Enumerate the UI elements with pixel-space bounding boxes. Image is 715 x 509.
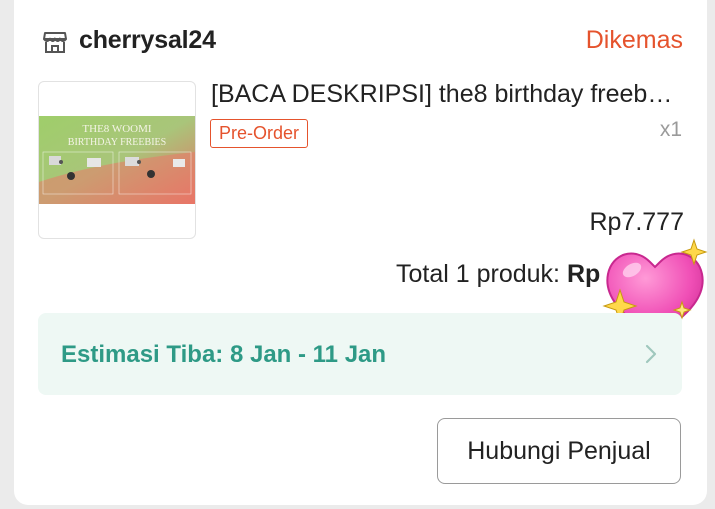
- delivery-estimate-label: Estimasi Tiba: 8 Jan - 11 Jan: [61, 341, 387, 368]
- order-total: Total 1 produk: Rp: [396, 260, 600, 289]
- contact-seller-button[interactable]: Hubungi Penjual: [437, 418, 681, 484]
- total-label: Total 1 produk:: [396, 260, 567, 288]
- order-status: Dikemas: [585, 26, 683, 54]
- product-price: Rp7.777: [589, 208, 684, 236]
- chevron-right-icon: [645, 344, 657, 364]
- product-quantity: x1: [659, 118, 682, 141]
- store-icon: [43, 32, 67, 53]
- preorder-badge: Pre-Order: [210, 119, 309, 148]
- delivery-estimate[interactable]: Estimasi Tiba: 8 Jan - 11 Jan: [38, 313, 682, 395]
- image-title-2: BIRTHDAY FREEBIES: [68, 137, 166, 148]
- total-amount: Rp: [566, 260, 601, 288]
- shop-name[interactable]: cherrysal24: [79, 26, 216, 55]
- product-thumbnail[interactable]: THE8 WOOMI BIRTHDAY FREEBIES: [38, 81, 196, 239]
- product-image: THE8 WOOMI BIRTHDAY FREEBIES: [39, 116, 195, 204]
- product-title[interactable]: [BACA DESKRIPSI] the8 birthday freeb…: [211, 80, 687, 109]
- image-title-1: THE8 WOOMI: [82, 123, 151, 135]
